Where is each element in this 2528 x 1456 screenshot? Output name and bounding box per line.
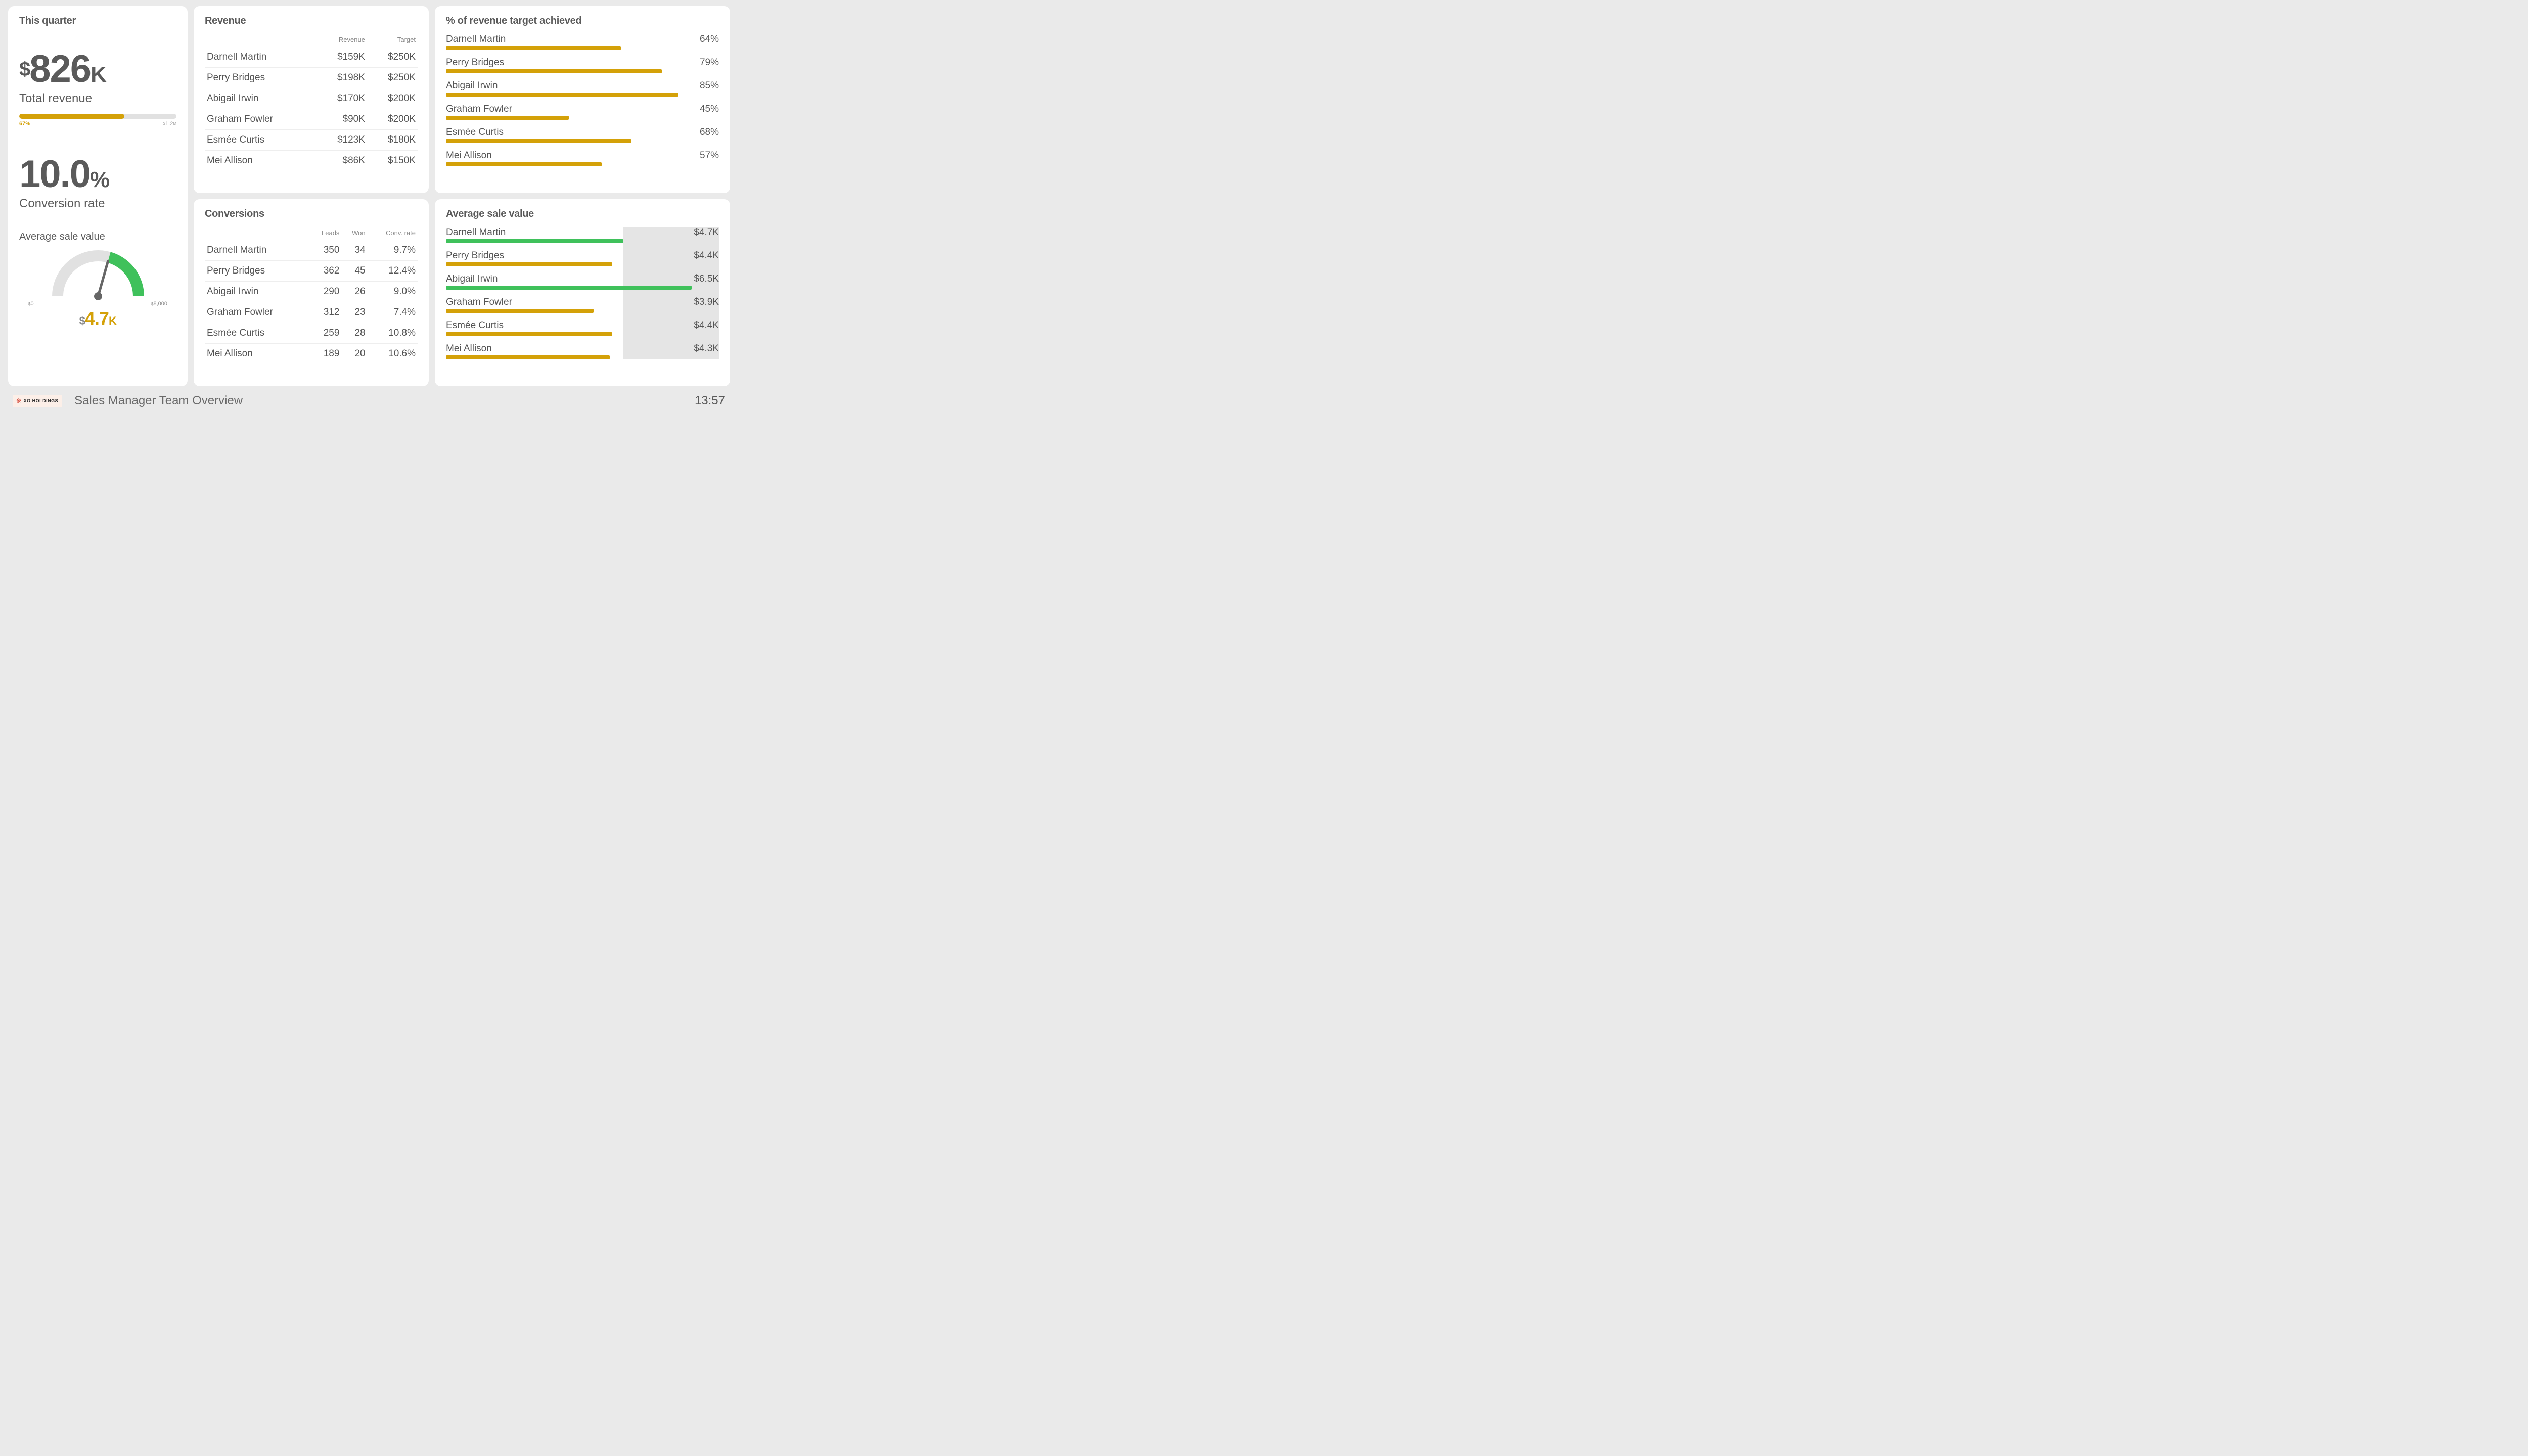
hbar-name: Abigail Irwin <box>446 80 498 92</box>
hbar-name: Graham Fowler <box>446 297 512 308</box>
total-revenue-label: Total revenue <box>19 92 176 106</box>
avg-sale-label: Average sale value <box>19 231 176 243</box>
hbar-value: 57% <box>700 150 719 161</box>
conversion-rate-label: Conversion rate <box>19 197 176 211</box>
footer: ※ XO HOLDINGS Sales Manager Team Overvie… <box>8 392 730 415</box>
col-header: Won <box>341 227 367 240</box>
revenue-table: RevenueTarget Darnell Martin$159K$250KPe… <box>205 34 418 171</box>
summary-title: This quarter <box>19 15 176 27</box>
hbar-name: Esmée Curtis <box>446 320 504 331</box>
hbar-row: Graham Fowler $3.9K <box>446 297 719 313</box>
hbar-value: $4.4K <box>694 250 719 261</box>
conversions-card: Conversions LeadsWonConv. rate Darnell M… <box>194 199 429 386</box>
clock: 13:57 <box>695 394 725 408</box>
conversions-table: LeadsWonConv. rate Darnell Martin350349.… <box>205 227 418 364</box>
table-row: Mei Allison1892010.6% <box>205 344 418 365</box>
hbar-value: 64% <box>700 34 719 45</box>
hbar-row: Abigail Irwin 85% <box>446 80 719 97</box>
table-row: Perry Bridges3624512.4% <box>205 261 418 282</box>
hbar-value: 79% <box>700 57 719 68</box>
col-header: Leads <box>309 227 341 240</box>
col-header: Revenue <box>317 34 367 47</box>
gauge-max: $8,000 <box>151 301 167 307</box>
table-row: Abigail Irwin$170K$200K <box>205 88 418 109</box>
hbar-value: 68% <box>700 127 719 138</box>
hbar-value: $3.9K <box>694 297 719 308</box>
hbar-name: Mei Allison <box>446 343 492 354</box>
currency-prefix: $ <box>19 58 29 80</box>
conversions-title: Conversions <box>205 208 418 220</box>
avg-sale-bars: Darnell Martin $4.7K Perry Bridges $4.4K Abi… <box>446 227 719 359</box>
table-row: Graham Fowler312237.4% <box>205 302 418 323</box>
achieved-title: % of revenue target achieved <box>446 15 719 27</box>
table-row: Darnell Martin350349.7% <box>205 240 418 261</box>
hbar-name: Darnell Martin <box>446 227 506 238</box>
hbar-name: Mei Allison <box>446 150 492 161</box>
hbar-name: Graham Fowler <box>446 104 512 115</box>
hbar-value: $4.3K <box>694 343 719 354</box>
table-row: Graham Fowler$90K$200K <box>205 109 418 130</box>
gauge-min: $0 <box>28 301 34 307</box>
hbar-value: $4.7K <box>694 227 719 238</box>
avg-sale-card: Average sale value Darnell Martin $4.7K Pe… <box>435 199 730 386</box>
avg-sale-gauge: $0 $8,000 $4.7K <box>19 246 176 329</box>
hbar-row: Mei Allison 57% <box>446 150 719 166</box>
hbar-row: Esmée Curtis 68% <box>446 127 719 143</box>
conversion-rate-value: 10.0% <box>19 155 176 194</box>
hbar-name: Darnell Martin <box>446 34 506 45</box>
logo-icon: ※ <box>16 397 22 404</box>
achieved-card: % of revenue target achieved Darnell Mar… <box>435 6 730 193</box>
total-revenue-value: $826K <box>19 50 176 88</box>
revenue-progress-bar <box>19 114 176 119</box>
table-row: Abigail Irwin290269.0% <box>205 282 418 302</box>
brand-name: XO HOLDINGS <box>24 398 59 403</box>
hbar-row: Abigail Irwin $6.5K <box>446 274 719 290</box>
hbar-row: Perry Bridges $4.4K <box>446 250 719 266</box>
hbar-name: Abigail Irwin <box>446 274 498 285</box>
hbar-row: Darnell Martin $4.7K <box>446 227 719 243</box>
target-shade <box>623 227 719 359</box>
table-row: Esmée Curtis$123K$180K <box>205 130 418 151</box>
dashboard: This quarter $826K Total revenue 67% $1.… <box>0 0 738 415</box>
table-row: Darnell Martin$159K$250K <box>205 47 418 68</box>
avg-sale-title: Average sale value <box>446 208 719 220</box>
table-row: Perry Bridges$198K$250K <box>205 68 418 88</box>
hbar-name: Perry Bridges <box>446 57 504 68</box>
page-title: Sales Manager Team Overview <box>74 394 243 408</box>
col-header <box>205 34 317 47</box>
progress-target: $1.2M <box>163 121 176 127</box>
revenue-card: Revenue RevenueTarget Darnell Martin$159… <box>194 6 429 193</box>
achieved-bars: Darnell Martin 64% Perry Bridges 79% Abigail… <box>446 34 719 166</box>
brand-logo: ※ XO HOLDINGS <box>13 395 62 407</box>
table-row: Mei Allison$86K$150K <box>205 151 418 171</box>
summary-card: This quarter $826K Total revenue 67% $1.… <box>8 6 188 386</box>
hbar-row: Mei Allison $4.3K <box>446 343 719 359</box>
hbar-row: Graham Fowler 45% <box>446 104 719 120</box>
gauge-value: $4.7K <box>19 308 176 329</box>
hbar-row: Esmée Curtis $4.4K <box>446 320 719 336</box>
progress-pct: 67% <box>19 121 30 127</box>
hbar-row: Darnell Martin 64% <box>446 34 719 50</box>
hbar-value: $6.5K <box>694 274 719 285</box>
hbar-name: Esmée Curtis <box>446 127 504 138</box>
table-row: Esmée Curtis2592810.8% <box>205 323 418 344</box>
hbar-row: Perry Bridges 79% <box>446 57 719 73</box>
col-header: Target <box>367 34 418 47</box>
revenue-progress-labels: 67% $1.2M <box>19 121 176 127</box>
revenue-title: Revenue <box>205 15 418 27</box>
hbar-value: 85% <box>700 80 719 92</box>
col-header <box>205 227 309 240</box>
hbar-value: $4.4K <box>694 320 719 331</box>
hbar-name: Perry Bridges <box>446 250 504 261</box>
col-header: Conv. rate <box>368 227 418 240</box>
hbar-value: 45% <box>700 104 719 115</box>
